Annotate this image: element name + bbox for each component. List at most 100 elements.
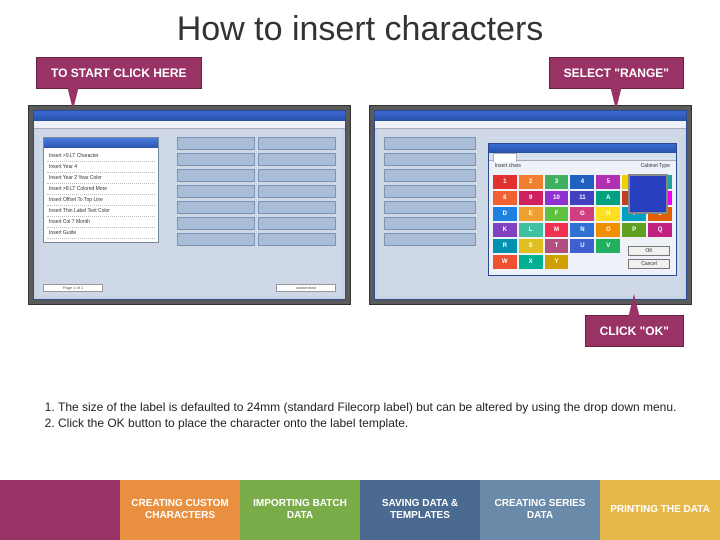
character-preview [628, 174, 668, 214]
character-cell [570, 255, 594, 269]
list-item[interactable]: Insert Thin Label Text Color [47, 206, 155, 217]
insert-menu-panel: Insert >9.LT Character Insert Year 4 Ins… [43, 137, 159, 243]
character-dialog: Insert chars Cabinet Type 1234567891011A… [488, 143, 677, 276]
character-cell[interactable]: M [545, 223, 569, 237]
callout-start: TO START CLICK HERE [36, 57, 202, 89]
character-cell[interactable]: T [545, 239, 569, 253]
instructions: The size of the label is defaulted to 24… [0, 347, 720, 441]
label-template-grid [384, 137, 476, 276]
character-cell[interactable]: E [519, 207, 543, 221]
template-cell [177, 185, 255, 198]
template-cell [258, 201, 336, 214]
nav-item-creating-series-data[interactable]: CREATING SERIES DATA [480, 480, 600, 540]
ok-button[interactable]: OK [628, 246, 670, 256]
character-cell[interactable]: 3 [545, 175, 569, 189]
list-item[interactable]: Insert >9.LT Character [47, 151, 155, 162]
template-cell [177, 233, 255, 246]
cancel-button[interactable]: Cancel [628, 259, 670, 269]
character-cell[interactable]: 11 [570, 191, 594, 205]
list-item[interactable]: Insert Year 4 [47, 162, 155, 173]
nav-item-printing-the-data[interactable]: PRINTING THE DATA [600, 480, 720, 540]
list-item[interactable]: Insert Offset To Top Line [47, 195, 155, 206]
content-area: TO START CLICK HERE SELECT "RANGE" CLICK… [0, 57, 720, 347]
character-cell[interactable]: 4 [570, 175, 594, 189]
template-cell [384, 233, 476, 246]
character-cell[interactable]: G [570, 207, 594, 221]
dialog-label-left: Insert chars [495, 163, 521, 169]
character-cell[interactable]: S [519, 239, 543, 253]
menubar [375, 121, 686, 129]
label-template-grid [177, 137, 336, 272]
character-cell[interactable]: Y [545, 255, 569, 269]
template-cell [177, 169, 255, 182]
dialog-titlebar [489, 144, 676, 153]
nav-item-importing-batch-data[interactable]: IMPORTING BATCH DATA [240, 480, 360, 540]
callout-ok: CLICK "OK" [585, 315, 684, 347]
character-cell[interactable]: V [596, 239, 620, 253]
character-cell[interactable]: D [493, 207, 517, 221]
template-cell [384, 217, 476, 230]
app-body: Insert >9.LT Character Insert Year 4 Ins… [37, 129, 342, 296]
template-cell [258, 137, 336, 150]
menubar [34, 121, 345, 129]
character-cell[interactable]: K [493, 223, 517, 237]
character-cell[interactable]: H [596, 207, 620, 221]
callout-range: SELECT "RANGE" [549, 57, 684, 89]
panel-header [44, 138, 158, 148]
character-cell[interactable]: 9 [519, 191, 543, 205]
character-cell[interactable]: 10 [545, 191, 569, 205]
template-cell [177, 217, 255, 230]
screenshot-left: Insert >9.LT Character Insert Year 4 Ins… [28, 105, 351, 305]
character-cell[interactable]: P [622, 223, 646, 237]
template-cell [384, 137, 476, 150]
template-cell [258, 233, 336, 246]
list-item[interactable]: Insert Year 2 Year Color [47, 173, 155, 184]
list-item[interactable]: Insert Guide [47, 228, 155, 239]
dialog-tabs[interactable] [489, 153, 676, 161]
character-cell[interactable]: U [570, 239, 594, 253]
screenshot-right: Insert chars Cabinet Type 1234567891011A… [369, 105, 692, 305]
character-cell [596, 255, 620, 269]
template-cell [258, 169, 336, 182]
character-cell[interactable]: N [570, 223, 594, 237]
nav-item-saving-data-templates[interactable]: SAVING DATA & TEMPLATES [360, 480, 480, 540]
template-cell [384, 153, 476, 166]
titlebar [375, 111, 686, 121]
character-cell[interactable]: 1 [493, 175, 517, 189]
bottom-nav: CREATING CUSTOM CHARACTERS IMPORTING BAT… [0, 480, 720, 540]
page-title: How to insert characters [0, 0, 720, 57]
titlebar [34, 111, 345, 121]
character-cell[interactable]: O [596, 223, 620, 237]
template-cell [384, 169, 476, 182]
character-cell[interactable]: A [596, 191, 620, 205]
template-cell [384, 185, 476, 198]
nav-item-creating-custom-characters[interactable]: CREATING CUSTOM CHARACTERS [120, 480, 240, 540]
character-cell[interactable]: Q [648, 223, 672, 237]
character-cell[interactable]: W [493, 255, 517, 269]
list-item[interactable]: Insert Col 7 Month [47, 217, 155, 228]
character-cell[interactable]: R [493, 239, 517, 253]
app-window-right: Insert chars Cabinet Type 1234567891011A… [374, 110, 687, 300]
template-cell [177, 137, 255, 150]
template-cell [177, 201, 255, 214]
character-cell[interactable]: 8 [493, 191, 517, 205]
insert-menu-list: Insert >9.LT Character Insert Year 4 Ins… [44, 148, 158, 242]
template-cell [177, 153, 255, 166]
status-bar: Page 1 of 1 customised [43, 284, 336, 294]
character-cell[interactable]: 5 [596, 175, 620, 189]
character-cell[interactable]: L [519, 223, 543, 237]
character-cell[interactable]: F [545, 207, 569, 221]
character-cell[interactable]: 2 [519, 175, 543, 189]
nav-item-blank[interactable] [0, 480, 120, 540]
app-body: Insert chars Cabinet Type 1234567891011A… [378, 129, 683, 296]
instruction-item: Click the OK button to place the charact… [58, 415, 680, 431]
status-page: Page 1 of 1 [43, 284, 103, 292]
list-item[interactable]: Insert >8.LT Colored More [47, 184, 155, 195]
dialog-label-right: Cabinet Type [641, 163, 670, 169]
app-window-left: Insert >9.LT Character Insert Year 4 Ins… [33, 110, 346, 300]
instruction-item: The size of the label is defaulted to 24… [58, 399, 680, 415]
template-cell [384, 201, 476, 214]
template-cell [258, 217, 336, 230]
character-cell[interactable]: X [519, 255, 543, 269]
template-cell [258, 153, 336, 166]
